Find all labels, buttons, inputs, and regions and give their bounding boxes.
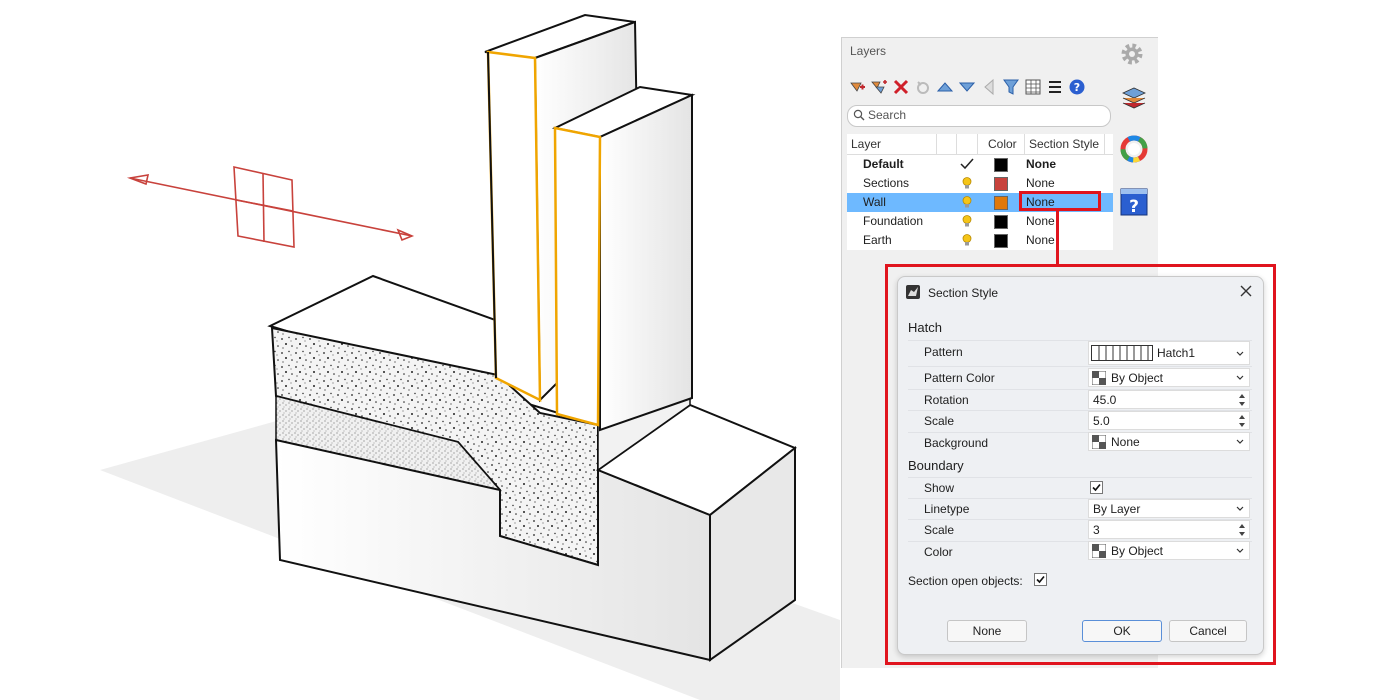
checkmark-icon bbox=[1092, 483, 1101, 492]
chevron-down-icon bbox=[1236, 506, 1244, 511]
boundary-heading: Boundary bbox=[908, 458, 964, 473]
viewport-3d-model[interactable] bbox=[0, 0, 840, 700]
spinner-arrows-icon[interactable] bbox=[1238, 413, 1246, 429]
search-box[interactable] bbox=[847, 105, 1111, 127]
background-dropdown[interactable]: None bbox=[1088, 432, 1250, 451]
boundary-scale-input[interactable]: 3 bbox=[1088, 520, 1250, 539]
pattern-label: Pattern bbox=[924, 345, 963, 359]
help-tab-icon[interactable]: ? bbox=[1119, 187, 1149, 217]
section-plane-widget bbox=[126, 165, 415, 248]
by-object-swatch-icon bbox=[1092, 371, 1106, 385]
chevron-down-icon bbox=[1236, 375, 1244, 380]
filter-icon[interactable] bbox=[1002, 78, 1020, 96]
boundary-color-label: Color bbox=[924, 545, 953, 559]
boundary-color-dropdown[interactable]: By Object bbox=[1088, 541, 1250, 560]
layer-color-swatch[interactable] bbox=[994, 177, 1008, 191]
pattern-color-dropdown[interactable]: By Object bbox=[1088, 368, 1250, 387]
pattern-dropdown[interactable]: Hatch1 bbox=[1088, 341, 1250, 365]
boundary-scale-label: Scale bbox=[924, 523, 955, 537]
table-header: Layer Color Section Style bbox=[847, 134, 1113, 155]
help-icon[interactable]: ? bbox=[1068, 78, 1086, 96]
column-layer[interactable]: Layer bbox=[851, 137, 881, 151]
search-input[interactable] bbox=[868, 107, 1103, 123]
spinner-arrows-icon[interactable] bbox=[1238, 392, 1246, 408]
chevron-down-icon bbox=[1236, 351, 1244, 356]
spinner-arrows-icon[interactable] bbox=[1238, 522, 1246, 538]
move-out-icon[interactable] bbox=[980, 78, 998, 96]
lightbulb-icon[interactable] bbox=[960, 195, 974, 209]
svg-text:?: ? bbox=[1074, 81, 1080, 94]
linetype-label: Linetype bbox=[924, 502, 970, 516]
cancel-button[interactable]: Cancel bbox=[1169, 620, 1247, 642]
panel-title: Layers bbox=[850, 44, 887, 58]
section-open-objects-label: Section open objects: bbox=[908, 574, 1023, 588]
dialog-title: Section Style bbox=[928, 286, 999, 300]
layer-row-foundation[interactable]: Foundation None bbox=[847, 212, 1113, 231]
close-icon[interactable] bbox=[1238, 283, 1254, 299]
layers-tab-icon[interactable] bbox=[1119, 83, 1149, 113]
none-button[interactable]: None bbox=[947, 620, 1027, 642]
gear-icon[interactable] bbox=[1118, 40, 1146, 68]
hatch-scale-label: Scale bbox=[924, 414, 955, 428]
hatch-heading: Hatch bbox=[908, 320, 942, 335]
delete-icon[interactable] bbox=[892, 78, 910, 96]
table-columns-icon[interactable] bbox=[1024, 78, 1042, 96]
chevron-down-icon bbox=[1236, 439, 1244, 444]
linetype-dropdown[interactable]: By Layer bbox=[1088, 499, 1250, 518]
search-icon bbox=[853, 109, 865, 121]
current-layer-check-icon[interactable] bbox=[960, 157, 974, 171]
lightbulb-icon[interactable] bbox=[960, 233, 974, 247]
hatch-scale-input[interactable]: 5.0 bbox=[1088, 411, 1250, 430]
new-layer-icon[interactable] bbox=[848, 78, 866, 96]
show-boundary-checkbox[interactable] bbox=[1090, 481, 1103, 494]
lightbulb-icon[interactable] bbox=[960, 176, 974, 190]
layer-color-swatch[interactable] bbox=[994, 234, 1008, 248]
undo-layer-icon[interactable] bbox=[914, 78, 932, 96]
move-up-icon[interactable] bbox=[936, 78, 954, 96]
color-wheel-tab-icon[interactable] bbox=[1119, 134, 1149, 164]
background-label: Background bbox=[924, 436, 989, 450]
section-open-objects-checkbox[interactable] bbox=[1034, 573, 1047, 586]
lightbulb-icon[interactable] bbox=[960, 214, 974, 228]
section-style-dialog: Section Style Hatch Pattern Hatch1 Patte… bbox=[897, 276, 1264, 655]
column-color[interactable]: Color bbox=[988, 137, 1017, 151]
rotation-label: Rotation bbox=[924, 393, 969, 407]
ok-button[interactable]: OK bbox=[1082, 620, 1162, 642]
callout-highlight bbox=[1019, 191, 1101, 211]
hatch-pattern-preview-icon bbox=[1091, 345, 1153, 361]
by-object-swatch-icon bbox=[1092, 544, 1106, 558]
layer-color-swatch[interactable] bbox=[994, 158, 1008, 172]
layer-row-earth[interactable]: Earth None bbox=[847, 231, 1113, 250]
svg-text:?: ? bbox=[1129, 197, 1139, 217]
column-section-style[interactable]: Section Style bbox=[1029, 137, 1099, 151]
rotation-input[interactable]: 45.0 bbox=[1088, 390, 1250, 409]
new-sublayer-icon[interactable] bbox=[870, 78, 888, 96]
move-down-icon[interactable] bbox=[958, 78, 976, 96]
layer-row-default[interactable]: Default None bbox=[847, 155, 1113, 174]
chevron-down-icon bbox=[1236, 548, 1244, 553]
layer-color-swatch[interactable] bbox=[994, 215, 1008, 229]
pattern-color-label: Pattern Color bbox=[924, 371, 995, 385]
show-label: Show bbox=[924, 481, 955, 495]
layer-color-swatch[interactable] bbox=[994, 196, 1008, 210]
rhino-app-icon bbox=[906, 285, 920, 299]
background-swatch-icon bbox=[1092, 435, 1106, 449]
checkmark-icon bbox=[1036, 575, 1045, 584]
callout-connector bbox=[1056, 211, 1059, 266]
menu-icon[interactable] bbox=[1046, 78, 1064, 96]
